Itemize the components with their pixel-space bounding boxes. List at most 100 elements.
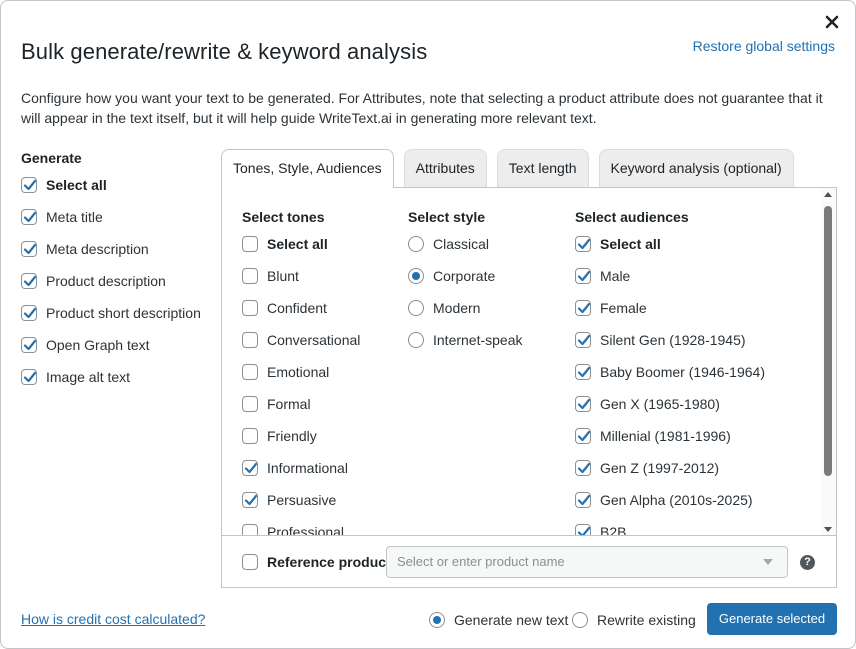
style-radio[interactable]	[408, 300, 424, 316]
tab-tones-style-audiences[interactable]: Tones, Style, Audiences	[221, 149, 394, 188]
audience-option-gen-alpha-2010s-2025[interactable]: Gen Alpha (2010s-2025)	[575, 484, 765, 516]
tone-option-formal[interactable]: Formal	[242, 388, 360, 420]
reference-product-bar: Reference product Select or enter produc…	[222, 535, 836, 587]
audience-option-b2b[interactable]: B2B	[575, 516, 765, 536]
tone-checkbox[interactable]	[242, 460, 258, 476]
scrollbar-thumb[interactable]	[824, 206, 832, 476]
generate-checkbox[interactable]	[21, 337, 37, 353]
audience-option-female[interactable]: Female	[575, 292, 765, 324]
generate-heading: Generate	[21, 150, 82, 166]
generate-option-product-description[interactable]: Product description	[21, 265, 211, 297]
style-radio[interactable]	[408, 236, 424, 252]
audience-checkbox[interactable]	[575, 460, 591, 476]
audience-option-male[interactable]: Male	[575, 260, 765, 292]
audience-label: Gen X (1965-1980)	[600, 396, 720, 412]
style-radio[interactable]	[408, 268, 424, 284]
audience-checkbox[interactable]	[575, 428, 591, 444]
tone-checkbox[interactable]	[242, 268, 258, 284]
audience-label: Gen Z (1997-2012)	[600, 460, 720, 476]
generate-checkbox[interactable]	[21, 241, 37, 257]
tone-option-informational[interactable]: Informational	[242, 452, 360, 484]
style-option-classical[interactable]: Classical	[408, 228, 523, 260]
audience-label: Millenial (1981-1996)	[600, 428, 731, 444]
rewrite-existing-radio[interactable]	[572, 612, 588, 628]
tone-option-friendly[interactable]: Friendly	[242, 420, 360, 452]
audience-checkbox[interactable]	[575, 236, 591, 252]
style-option-modern[interactable]: Modern	[408, 292, 523, 324]
generate-list: Select all Meta title Meta description Prod…	[21, 169, 211, 393]
audience-option-millenial-1981-1996[interactable]: Millenial (1981-1996)	[575, 420, 765, 452]
style-list: Classical Corporate Modern Internet-speak	[408, 228, 523, 356]
intro-text: Configure how you want your text to be g…	[21, 90, 823, 126]
style-option-corporate[interactable]: Corporate	[408, 260, 523, 292]
generate-checkbox[interactable]	[21, 369, 37, 385]
restore-global-settings-link[interactable]: Restore global settings	[693, 38, 835, 54]
tone-label: Confident	[267, 300, 327, 316]
help-icon[interactable]: ?	[800, 555, 815, 570]
tone-checkbox[interactable]	[242, 428, 258, 444]
tone-option-select-all[interactable]: Select all	[242, 228, 360, 260]
tab-attributes[interactable]: Attributes	[403, 149, 487, 187]
generate-checkbox[interactable]	[21, 209, 37, 225]
audience-checkbox[interactable]	[575, 300, 591, 316]
audience-option-baby-boomer-1946-1964[interactable]: Baby Boomer (1946-1964)	[575, 356, 765, 388]
scroll-up-arrow-icon[interactable]	[824, 192, 832, 197]
tone-checkbox[interactable]	[242, 396, 258, 412]
tone-checkbox[interactable]	[242, 300, 258, 316]
reference-product-checkbox[interactable]	[242, 554, 258, 570]
tone-option-blunt[interactable]: Blunt	[242, 260, 360, 292]
tone-option-confident[interactable]: Confident	[242, 292, 360, 324]
audience-checkbox[interactable]	[575, 364, 591, 380]
tone-checkbox[interactable]	[242, 332, 258, 348]
scroll-down-arrow-icon[interactable]	[824, 527, 832, 532]
generate-new-text-radio[interactable]	[429, 612, 445, 628]
reference-product-checkbox-row[interactable]: Reference product	[242, 546, 391, 578]
generate-option-open-graph-text[interactable]: Open Graph text	[21, 329, 211, 361]
generate-checkbox[interactable]	[21, 273, 37, 289]
generate-label: Product description	[46, 273, 166, 289]
audience-checkbox[interactable]	[575, 492, 591, 508]
audience-option-silent-gen-1928-1945[interactable]: Silent Gen (1928-1945)	[575, 324, 765, 356]
tone-checkbox[interactable]	[242, 236, 258, 252]
close-icon[interactable]	[825, 15, 841, 31]
tone-label: Emotional	[267, 364, 330, 380]
tone-label: Conversational	[267, 332, 361, 348]
tone-option-professional[interactable]: Professional	[242, 516, 360, 536]
rewrite-existing-option[interactable]: Rewrite existing	[572, 604, 696, 636]
generate-option-select-all[interactable]: Select all	[21, 169, 211, 201]
generate-option-meta-description[interactable]: Meta description	[21, 233, 211, 265]
audience-option-gen-z-1997-2012[interactable]: Gen Z (1997-2012)	[575, 452, 765, 484]
audience-label: Female	[600, 300, 647, 316]
generate-option-meta-title[interactable]: Meta title	[21, 201, 211, 233]
tone-checkbox[interactable]	[242, 364, 258, 380]
style-column: Select style Classical Corporate Modern Int…	[408, 208, 523, 356]
generate-option-product-short-description[interactable]: Product short description	[21, 297, 211, 329]
credit-cost-link[interactable]: How is credit cost calculated?	[21, 611, 205, 627]
tone-checkbox[interactable]	[242, 492, 258, 508]
style-radio[interactable]	[408, 332, 424, 348]
tones-list: Select all Blunt Confident Conversational Em…	[242, 228, 360, 536]
style-label: Corporate	[433, 268, 496, 284]
tone-option-persuasive[interactable]: Persuasive	[242, 484, 360, 516]
panel-scrollbar[interactable]	[821, 188, 836, 536]
tone-label: Select all	[267, 236, 328, 252]
audience-option-gen-x-1965-1980[interactable]: Gen X (1965-1980)	[575, 388, 765, 420]
generate-new-text-option[interactable]: Generate new text	[429, 604, 568, 636]
tab-keyword-analysis-optional[interactable]: Keyword analysis (optional)	[598, 149, 794, 187]
tab-text-length[interactable]: Text length	[496, 149, 589, 187]
generate-checkbox[interactable]	[21, 177, 37, 193]
audience-checkbox[interactable]	[575, 396, 591, 412]
style-option-internet-speak[interactable]: Internet-speak	[408, 324, 523, 356]
reference-product-select[interactable]: Select or enter product name	[386, 546, 788, 578]
chevron-down-icon	[763, 559, 773, 565]
generate-selected-button[interactable]: Generate selected	[707, 603, 837, 635]
audience-option-select-all[interactable]: Select all	[575, 228, 765, 260]
audience-checkbox[interactable]	[575, 268, 591, 284]
tone-option-emotional[interactable]: Emotional	[242, 356, 360, 388]
generate-options: Generate Select all Meta title Meta descri…	[21, 149, 211, 393]
generate-checkbox[interactable]	[21, 305, 37, 321]
generate-option-image-alt-text[interactable]: Image alt text	[21, 361, 211, 393]
tone-label: Informational	[267, 460, 348, 476]
audience-checkbox[interactable]	[575, 332, 591, 348]
tone-option-conversational[interactable]: Conversational	[242, 324, 360, 356]
